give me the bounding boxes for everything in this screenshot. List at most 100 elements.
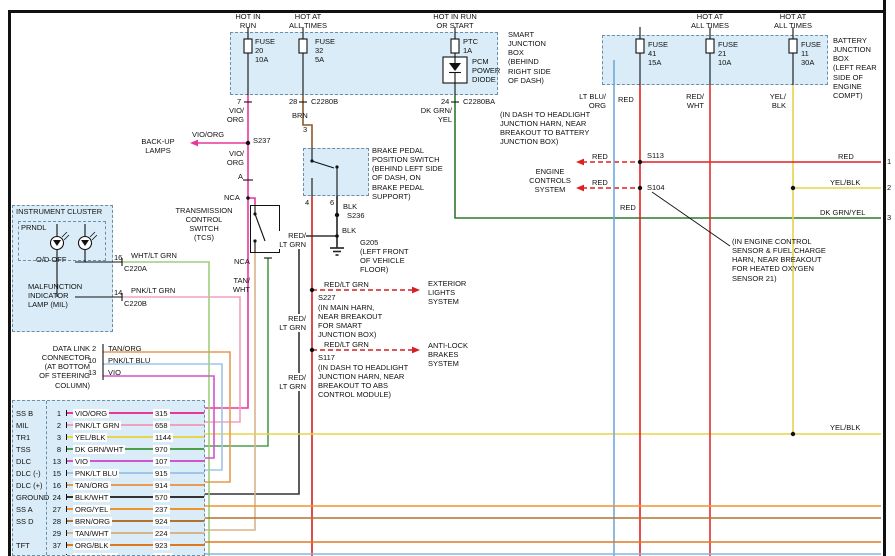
row-wire-name: BLK/WHT: [73, 493, 110, 502]
table-row: 49LT BLU/BLK1145: [13, 551, 204, 556]
row-circuit: 915: [153, 469, 170, 478]
row-circuit: 970: [153, 445, 170, 454]
abs-wire-label: RED/LT GRN: [324, 340, 369, 349]
pcm-connector-rows: SS B1VIO/ORG315MIL2PNK/LT GRN658TR13YEL/…: [13, 407, 204, 556]
row-name: TFT: [16, 541, 30, 550]
tcs-wire-top-label: VIO/ ORG: [218, 149, 244, 167]
row-name: SS B: [16, 409, 33, 418]
row-name: TSS: [16, 445, 31, 454]
red-label-upper: RED: [592, 152, 608, 161]
anti-lock-brakes-system-label: ANTI-LOCK BRAKES SYSTEM: [428, 341, 468, 368]
table-row: GROUND24BLK/WHT570: [13, 491, 204, 503]
row-pin: 3: [47, 433, 61, 442]
row-circuit: 237: [153, 505, 170, 514]
cluster-pin-16: 16: [114, 253, 122, 262]
row-name: DLC: [16, 457, 31, 466]
row-pin: 37: [47, 541, 61, 550]
table-row: DLC (+)16TAN/ORG914: [13, 479, 204, 491]
row-circuit: 923: [153, 541, 170, 550]
s227-note: (IN MAIN HARN, NEAR BREAKOUT FOR SMART J…: [318, 303, 382, 340]
connector-c2280b: C2280B: [311, 97, 338, 106]
red-label-below: RED: [620, 203, 636, 212]
row-pin: 15: [47, 469, 61, 478]
table-row: MIL2PNK/LT GRN658: [13, 419, 204, 431]
table-row: TSS 8 DK GRN/WHT 970: [13, 443, 204, 455]
pnk-lt-grn-label: PNK/LT GRN: [131, 286, 175, 295]
tcs-box: [250, 205, 280, 253]
splice-s237-label: S237: [253, 136, 271, 145]
wire-label-vio-org: VIO/ ORG: [214, 106, 244, 124]
frame-left: [8, 10, 11, 556]
exterior-lights-system-label: EXTERIOR LIGHTS SYSTEM: [428, 279, 466, 306]
row-pin: 16: [47, 481, 61, 490]
feed-hot-in-run-or-start: HOT IN RUN OR START: [418, 12, 492, 30]
brake-switch-label: BRAKE PEDAL POSITION SWITCH (BEHIND LEFT…: [372, 146, 443, 201]
red-lt-grn-label-1: RED/ LT GRN: [278, 231, 306, 249]
s113-note: (IN DASH TO HEADLIGHT JUNCTION HARN, NEA…: [500, 110, 590, 147]
row-pin: 8: [47, 445, 61, 454]
splice-s104-label: S104: [647, 183, 665, 192]
backup-wire-label: VIO/ORG: [192, 130, 224, 139]
connector-c2280ba: C2280BA: [463, 97, 495, 106]
battery-junction-box-label: BATTERY JUNCTION BOX (LEFT REAR SIDE OF …: [833, 36, 883, 100]
wire-red: [576, 85, 881, 556]
prndl-label: PRNDL: [21, 223, 46, 232]
row-name: DLC (-): [16, 469, 41, 478]
wire-label-red-wht: RED/ WHT: [678, 92, 704, 110]
frame-right: [883, 0, 886, 556]
table-row: SS D28BRN/ORG924: [13, 515, 204, 527]
edge-num-2: 2: [887, 183, 891, 192]
fuse-41-label: FUSE 41 15A: [648, 40, 668, 67]
row-circuit: 658: [153, 421, 170, 430]
row-wire-name: DK GRN/WHT: [73, 445, 125, 454]
feed-hot-in-run: HOT IN RUN: [225, 12, 271, 30]
ground-g205-label: G205 (LEFT FRONT OF VEHICLE FLOOR): [360, 238, 409, 275]
wire-vio-org: [190, 95, 255, 408]
row-wire-name: VIO: [73, 457, 90, 466]
wire-label-lt-blu-org: LT BLU/ ORG: [576, 92, 606, 110]
edge-wire-dk-grn-yel: DK GRN/YEL: [820, 208, 865, 217]
row-pin: 13: [47, 457, 61, 466]
table-row: TR13YEL/BLK1144: [13, 431, 204, 443]
row-wire-name: VIO/ORG: [73, 409, 109, 418]
mil-label: MALFUNCTION INDICATOR LAMP (MIL): [28, 282, 82, 309]
s117-note: (IN DASH TO HEADLIGHT JUNCTION HARN, NEA…: [318, 363, 408, 400]
row-circuit: 224: [153, 529, 170, 538]
wiring-diagram: SS B 1 VIO/ORG 3 15 MIL2PNK/LT GRN658 TR1 3 YEL/…: [0, 0, 895, 556]
wht-lt-grn-label: WHT/LT GRN: [131, 251, 177, 260]
splice-s236-label: S236: [347, 211, 365, 220]
feed-hot-at-all-times: HOT AT ALL TIMES: [282, 12, 334, 30]
edge-wire-yel-blk-lower: YEL/BLK: [830, 423, 860, 432]
dlc-wire-pnk-lt-blu: PNK/LT BLU: [108, 356, 150, 365]
pin-24: 24: [441, 97, 449, 106]
row-wire-name: ORG/BLK: [73, 541, 110, 550]
dlc-pin-13: 13: [88, 368, 96, 377]
tcs-wire-bottom-label: TAN/ WHT: [224, 276, 250, 294]
wire-label-red: RED: [618, 95, 634, 104]
row-pin: 27: [47, 505, 61, 514]
row-circuit: 570: [153, 493, 170, 502]
s104-note: (IN ENGINE CONTROL SENSOR & FUEL CHARGE …: [732, 237, 826, 283]
row-name: TR1: [16, 433, 30, 442]
table-row: SS A27ORG/YEL237: [13, 503, 204, 515]
battery-junction-box: [602, 35, 828, 85]
wire-label-dk-grn-yel: DK GRN/ YEL: [412, 106, 452, 124]
row-wire-name: TAN/WHT: [73, 529, 111, 538]
brake-pedal-switch-box: [303, 148, 369, 196]
table-row: DLC 13 VIO 107: [13, 455, 204, 467]
row-circuit: 924: [153, 517, 170, 526]
tcs-pin-a: A: [238, 172, 243, 181]
brake-pin-3: 3: [303, 125, 307, 134]
ptc-label: PTC 1A: [463, 37, 478, 55]
tcs-nca-bottom: NCA: [234, 257, 250, 266]
blk-wire-label-2: BLK: [342, 226, 356, 235]
engine-controls-system-label: ENGINE CONTROLS SYSTEM: [524, 167, 576, 194]
row-name: SS A: [16, 505, 33, 514]
row-circuit: 107: [153, 457, 170, 466]
table-row: 29TAN/WHT224: [13, 527, 204, 539]
red-lt-grn-label-3: RED/ LT GRN: [278, 373, 306, 391]
brake-pin-6: 6: [330, 198, 334, 207]
cluster-pin-14: 14: [114, 288, 122, 297]
row-pin: 1: [47, 409, 61, 418]
red-label-lower: RED: [592, 178, 608, 187]
